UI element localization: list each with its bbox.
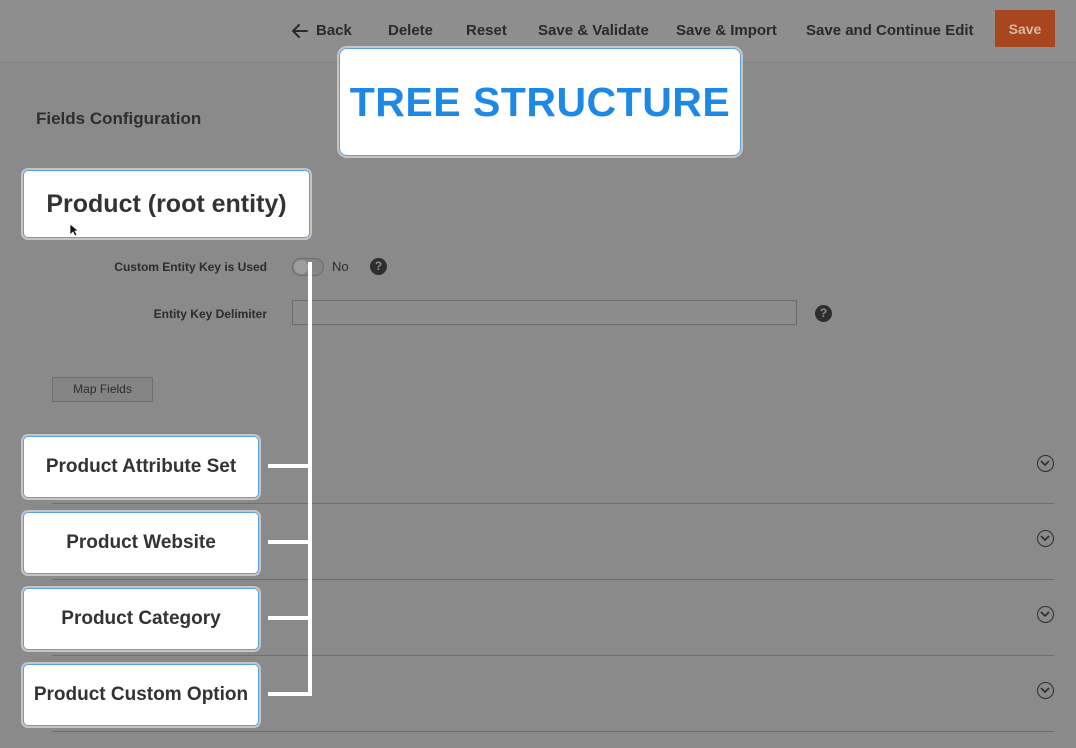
child-entity-callout: Product Attribute Set [23, 436, 259, 498]
child-entity-callout: Product Website [23, 512, 259, 574]
mouse-cursor-icon [69, 223, 79, 237]
tree-structure-callout: TREE STRUCTURE [339, 48, 741, 156]
root-entity-callout: Product (root entity) [23, 170, 310, 238]
child-entity-callout: Product Category [23, 588, 259, 650]
child-entity-callout: Product Custom Option [23, 664, 259, 726]
